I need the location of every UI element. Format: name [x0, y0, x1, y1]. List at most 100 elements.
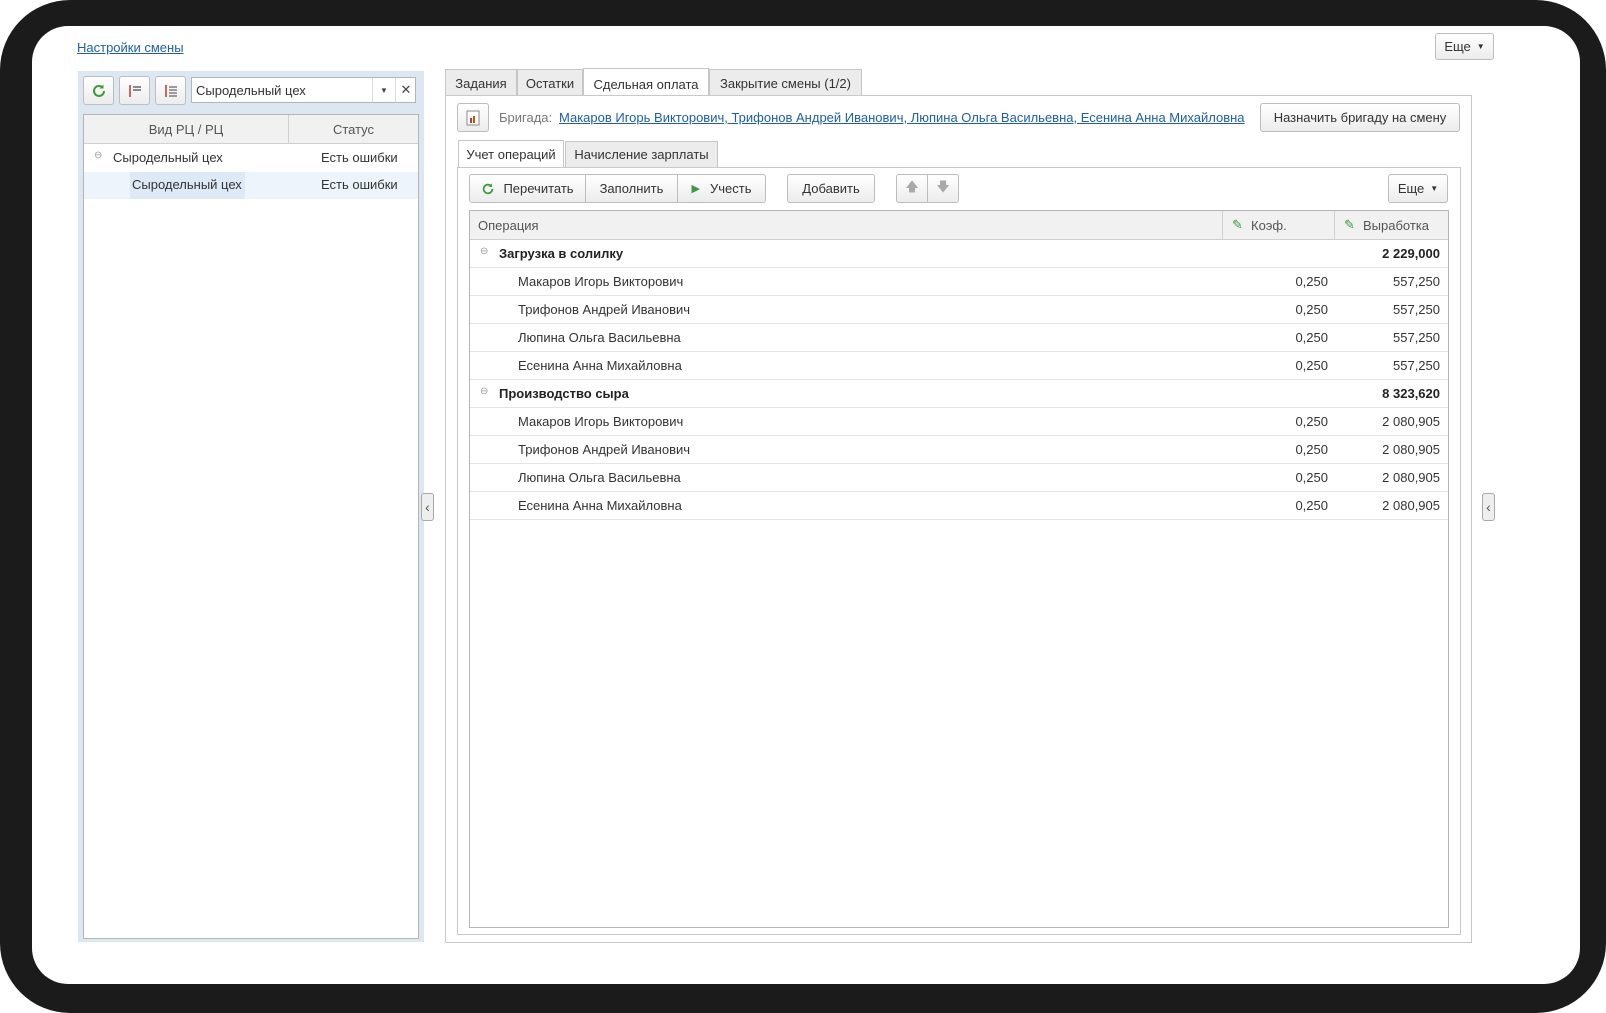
move-down-button[interactable]: 🡇	[927, 174, 959, 203]
tree-row-selected[interactable]: Сыродельный цех Есть ошибки	[84, 172, 418, 199]
chevron-down-icon: ▼	[1430, 184, 1439, 193]
collapse-circle-icon[interactable]: ⊖	[480, 386, 488, 397]
pencil-icon: ✎	[1232, 217, 1243, 232]
brigade-members-link[interactable]: Макаров Игорь Викторович, Трифонов Андре…	[559, 110, 1245, 125]
worker-name: Макаров Игорь Викторович	[518, 274, 684, 289]
collapse-tree-button[interactable]	[155, 76, 186, 105]
output-value: 2 080,905	[1382, 498, 1440, 513]
workcenter-tree-header: Вид РЦ / РЦ Статус	[84, 115, 418, 144]
subtab-operations[interactable]: Учет операций	[458, 140, 564, 168]
collapse-left-panel-button[interactable]: ‹	[421, 493, 434, 521]
table-row[interactable]: Люпина Ольга Васильевна 0,250 2 080,905	[470, 464, 1448, 492]
workcenter-filter-value: Сыродельный цех	[196, 83, 306, 98]
subtab-salary[interactable]: Начисление зарплаты	[565, 141, 718, 167]
collapse-circle-icon[interactable]: ⊖	[94, 150, 102, 161]
column-kind: Вид РЦ / РЦ	[148, 121, 224, 137]
header-more-button[interactable]: Еще ▼	[1435, 33, 1494, 60]
list-collapse-icon	[164, 84, 177, 97]
coef-value: 0,250	[1295, 414, 1328, 429]
column-divider	[1222, 211, 1223, 239]
workcenter-tree: Вид РЦ / РЦ Статус ⊖ Сыродельный цех Ест…	[83, 114, 419, 939]
column-operation: Операция	[478, 217, 539, 233]
worker-name: Есенина Анна Михайловна	[518, 358, 682, 373]
table-more-button[interactable]: Еще ▼	[1388, 174, 1448, 203]
coef-value: 0,250	[1295, 470, 1328, 485]
list-tree-icon	[128, 84, 141, 97]
coef-value: 0,250	[1295, 302, 1328, 317]
expand-tree-button[interactable]	[119, 76, 150, 105]
table-row[interactable]: Есенина Анна Михайловна 0,250 2 080,905	[470, 492, 1448, 520]
tab-balances[interactable]: Остатки	[517, 69, 583, 96]
chevron-left-icon: ‹	[1486, 499, 1491, 515]
collapse-circle-icon[interactable]: ⊖	[480, 246, 488, 257]
coef-value: 0,250	[1295, 330, 1328, 345]
table-row[interactable]: Есенина Анна Михайловна 0,250 557,250	[470, 352, 1448, 380]
header-more-label: Еще	[1444, 39, 1471, 54]
group-row[interactable]: ⊖ Загрузка в солилку 2 229,000	[470, 240, 1448, 268]
chevron-left-icon: ‹	[425, 499, 430, 515]
refresh-button[interactable]	[83, 76, 114, 105]
table-row[interactable]: Люпина Ольга Васильевна 0,250 557,250	[470, 324, 1448, 352]
arrow-up-icon: 🡅	[905, 178, 919, 194]
fill-button[interactable]: Заполнить	[585, 174, 678, 203]
refresh-icon	[92, 84, 105, 97]
output-value: 2 080,905	[1382, 470, 1440, 485]
move-up-button[interactable]: 🡅	[896, 174, 928, 203]
group-name: Производство сыра	[499, 386, 629, 401]
workcenter-filter-input[interactable]: Сыродельный цех ▼ ✕	[191, 77, 416, 103]
worker-name: Есенина Анна Михайловна	[518, 498, 682, 513]
account-label: Учесть	[709, 181, 752, 196]
assign-brigade-button[interactable]: Назначить бригаду на смену	[1260, 103, 1460, 132]
tree-row-name: Сыродельный цех	[132, 177, 242, 192]
coef-value: 0,250	[1295, 274, 1328, 289]
reread-label: Перечитать	[503, 181, 574, 196]
output-value: 557,250	[1393, 330, 1440, 345]
table-row[interactable]: Трифонов Андрей Иванович 0,250 557,250	[470, 296, 1448, 324]
app-screen: Настройки смены Еще ▼ Сыродельный цех ▼ …	[32, 26, 1580, 984]
reread-button[interactable]: Перечитать	[469, 174, 586, 203]
column-divider	[1334, 211, 1335, 239]
dropdown-icon[interactable]: ▼	[372, 78, 395, 102]
tree-row-name: Сыродельный цех	[113, 150, 223, 165]
output-value: 2 080,905	[1382, 414, 1440, 429]
group-row[interactable]: ⊖ Производство сыра 8 323,620	[470, 380, 1448, 408]
output-value: 557,250	[1393, 358, 1440, 373]
worker-name: Макаров Игорь Викторович	[518, 414, 684, 429]
worker-name: Трифонов Андрей Иванович	[518, 442, 691, 457]
output-value: 557,250	[1393, 274, 1440, 289]
chevron-down-icon: ▼	[1476, 42, 1485, 51]
play-icon: ▶	[691, 183, 700, 195]
pencil-icon: ✎	[1344, 217, 1355, 232]
column-status: Статус	[332, 121, 375, 137]
worker-name: Трифонов Андрей Иванович	[518, 302, 691, 317]
worker-name: Люпина Ольга Васильевна	[518, 470, 681, 485]
column-output: Выработка	[1363, 217, 1430, 233]
table-row[interactable]: Макаров Игорь Викторович 0,250 2 080,905	[470, 408, 1448, 436]
group-name: Загрузка в солилку	[499, 246, 624, 261]
arrow-down-icon: 🡇	[936, 178, 950, 194]
worker-name: Люпина Ольга Васильевна	[518, 330, 681, 345]
coef-value: 0,250	[1295, 498, 1328, 513]
brigade-label: Бригада:	[499, 110, 553, 125]
table-more-label: Еще	[1397, 181, 1425, 196]
refresh-icon	[483, 182, 494, 194]
tree-row[interactable]: ⊖ Сыродельный цех Есть ошибки	[84, 144, 418, 173]
clear-icon[interactable]: ✕	[395, 78, 416, 102]
table-row[interactable]: Трифонов Андрей Иванович 0,250 2 080,905	[470, 436, 1448, 464]
settings-link[interactable]: Настройки смены	[77, 40, 184, 55]
table-row[interactable]: Макаров Игорь Викторович 0,250 557,250	[470, 268, 1448, 296]
operations-table: Операция ✎ Коэф. ✎ Выработка ⊖ Загрузка …	[469, 210, 1449, 928]
report-icon	[466, 110, 480, 125]
group-total: 2 229,000	[1382, 246, 1440, 261]
tree-row-status: Есть ошибки	[321, 177, 398, 192]
add-button[interactable]: Добавить	[787, 174, 875, 203]
output-value: 557,250	[1393, 302, 1440, 317]
tab-tasks[interactable]: Задания	[445, 69, 517, 96]
column-coef: Коэф.	[1251, 217, 1287, 233]
collapse-right-panel-button[interactable]: ‹	[1482, 493, 1495, 521]
tab-shift-closing[interactable]: Закрытие смены (1/2)	[709, 69, 862, 96]
account-button[interactable]: ▶ Учесть	[677, 174, 766, 203]
group-total: 8 323,620	[1382, 386, 1440, 401]
report-button[interactable]	[457, 103, 489, 132]
tree-row-status: Есть ошибки	[321, 150, 398, 165]
